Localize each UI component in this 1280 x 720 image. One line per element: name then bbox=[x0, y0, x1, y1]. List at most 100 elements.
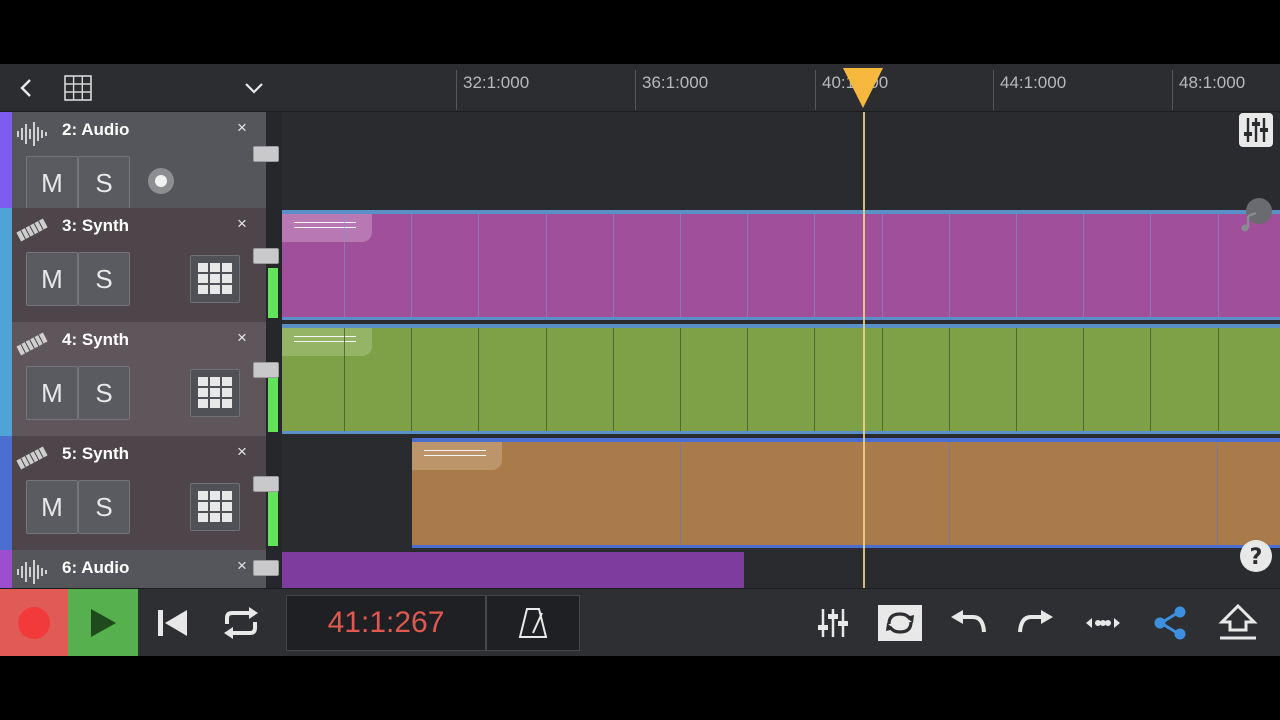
midi-clip[interactable] bbox=[412, 438, 1280, 548]
lane-6-audio[interactable] bbox=[282, 550, 1280, 588]
mute-button[interactable]: M bbox=[26, 252, 78, 306]
track-header-2-audio[interactable]: 2: Audio × M S bbox=[0, 112, 282, 210]
bar-division-line bbox=[680, 328, 681, 431]
track-name: 6: Audio bbox=[62, 558, 130, 577]
time-display[interactable]: 41:1:267 bbox=[286, 595, 486, 651]
lane-4-synth[interactable] bbox=[282, 322, 1280, 436]
close-track-button[interactable]: × bbox=[234, 214, 250, 234]
track-header-5-synth[interactable]: 5: Synth × M S bbox=[0, 436, 282, 550]
bar-division-line bbox=[680, 442, 681, 545]
lane-3-synth[interactable] bbox=[282, 208, 1280, 322]
ruler-marker: 44:1:000 bbox=[993, 70, 1066, 110]
metronome-button[interactable] bbox=[486, 595, 580, 651]
help-icon[interactable]: ? bbox=[1238, 538, 1274, 574]
bar-division-line bbox=[411, 214, 413, 317]
close-track-button[interactable]: × bbox=[234, 442, 250, 462]
play-button[interactable] bbox=[68, 589, 138, 656]
keyboard-icon bbox=[16, 218, 48, 242]
bar-division-line bbox=[1150, 328, 1152, 431]
waveform-icon bbox=[17, 122, 47, 146]
midi-clip[interactable] bbox=[282, 210, 1280, 320]
mute-button[interactable]: M bbox=[26, 480, 78, 534]
volume-handle[interactable] bbox=[253, 560, 279, 576]
music-globe-icon[interactable] bbox=[1238, 196, 1274, 232]
grid-button[interactable] bbox=[60, 72, 96, 104]
rewind-button[interactable] bbox=[148, 599, 198, 647]
arrangement-lanes[interactable]: ? bbox=[282, 112, 1280, 588]
daw-app: 32:1:000 36:1:000 40:1:000 44:1:000 48:1… bbox=[0, 64, 1280, 656]
track-color-strip bbox=[0, 550, 12, 588]
bar-division-line bbox=[1217, 442, 1218, 545]
clip-handle[interactable] bbox=[412, 442, 502, 470]
bar-division-line bbox=[1217, 328, 1219, 431]
audio-clip[interactable] bbox=[282, 552, 744, 588]
bar-division-line bbox=[881, 214, 883, 317]
bar-division-line bbox=[948, 328, 950, 431]
metronome-icon bbox=[518, 608, 548, 638]
back-button[interactable] bbox=[8, 72, 44, 104]
close-track-button[interactable]: × bbox=[234, 556, 250, 576]
bar-division-line bbox=[1150, 214, 1152, 317]
track-header-3-synth[interactable]: 3: Synth × M S bbox=[0, 208, 282, 322]
bar-division-line bbox=[680, 214, 681, 317]
close-track-button[interactable]: × bbox=[234, 328, 250, 348]
instrument-pad-button[interactable] bbox=[190, 483, 240, 531]
record-arm-button[interactable] bbox=[148, 168, 174, 194]
bar-division-line bbox=[612, 214, 614, 317]
more-options-button[interactable] bbox=[1078, 599, 1128, 647]
instrument-pad-button[interactable] bbox=[190, 255, 240, 303]
solo-button[interactable]: S bbox=[78, 156, 130, 210]
redo-icon bbox=[1018, 610, 1053, 633]
lane-2-audio[interactable] bbox=[282, 112, 1280, 208]
bar-division-line bbox=[478, 328, 480, 431]
bar-division-line bbox=[1217, 214, 1219, 317]
instrument-pad-button[interactable] bbox=[190, 369, 240, 417]
track-header-4-synth[interactable]: 4: Synth × M S bbox=[0, 322, 282, 436]
lane-5-synth[interactable] bbox=[282, 436, 1280, 550]
loop-button[interactable] bbox=[216, 599, 266, 647]
bar-division-line bbox=[948, 214, 950, 317]
mixer-settings-icon[interactable] bbox=[1238, 112, 1274, 148]
mute-button[interactable]: M bbox=[26, 366, 78, 420]
volume-handle[interactable] bbox=[253, 146, 279, 162]
sliders-icon bbox=[818, 609, 848, 637]
clip-handle[interactable] bbox=[282, 214, 372, 242]
share-button[interactable] bbox=[1145, 599, 1195, 647]
solo-button[interactable]: S bbox=[78, 252, 130, 306]
bar-division-line bbox=[1016, 214, 1017, 317]
export-icon bbox=[1218, 604, 1258, 640]
mute-button[interactable]: M bbox=[26, 156, 78, 210]
redo-button[interactable] bbox=[1011, 599, 1061, 647]
bar-division-line bbox=[747, 214, 749, 317]
clip-handle[interactable] bbox=[282, 328, 372, 356]
bar-division-line bbox=[814, 214, 816, 317]
close-track-button[interactable]: × bbox=[234, 118, 250, 138]
midi-clip[interactable] bbox=[282, 324, 1280, 434]
record-button[interactable] bbox=[0, 589, 68, 656]
solo-button[interactable]: S bbox=[78, 480, 130, 534]
volume-handle[interactable] bbox=[253, 248, 279, 264]
timeline-ruler[interactable]: 32:1:000 36:1:000 40:1:000 44:1:000 48:1… bbox=[282, 64, 1280, 112]
pads-icon bbox=[198, 263, 232, 294]
undo-button[interactable] bbox=[943, 599, 993, 647]
bar-division-line bbox=[948, 442, 950, 545]
bar-division-line bbox=[814, 328, 816, 431]
bar-division-line bbox=[545, 214, 547, 317]
sync-icon bbox=[878, 605, 922, 641]
track-header-body: 4: Synth × M S bbox=[12, 322, 266, 436]
track-header-body: 3: Synth × M S bbox=[12, 208, 266, 322]
mixer-button[interactable] bbox=[808, 599, 858, 647]
skip-back-icon bbox=[158, 610, 187, 636]
volume-handle[interactable] bbox=[253, 476, 279, 492]
bar-division-line bbox=[612, 328, 614, 431]
playhead-marker[interactable] bbox=[843, 68, 883, 108]
collapse-button[interactable] bbox=[236, 72, 272, 104]
volume-handle[interactable] bbox=[253, 362, 279, 378]
bar-division-line bbox=[747, 328, 749, 431]
track-header-6-audio[interactable]: 6: Audio × bbox=[0, 550, 282, 588]
solo-button[interactable]: S bbox=[78, 366, 130, 420]
track-name: 3: Synth bbox=[62, 216, 130, 235]
svg-text:?: ? bbox=[1250, 545, 1263, 570]
export-button[interactable] bbox=[1213, 599, 1263, 647]
sync-button[interactable] bbox=[874, 599, 926, 647]
